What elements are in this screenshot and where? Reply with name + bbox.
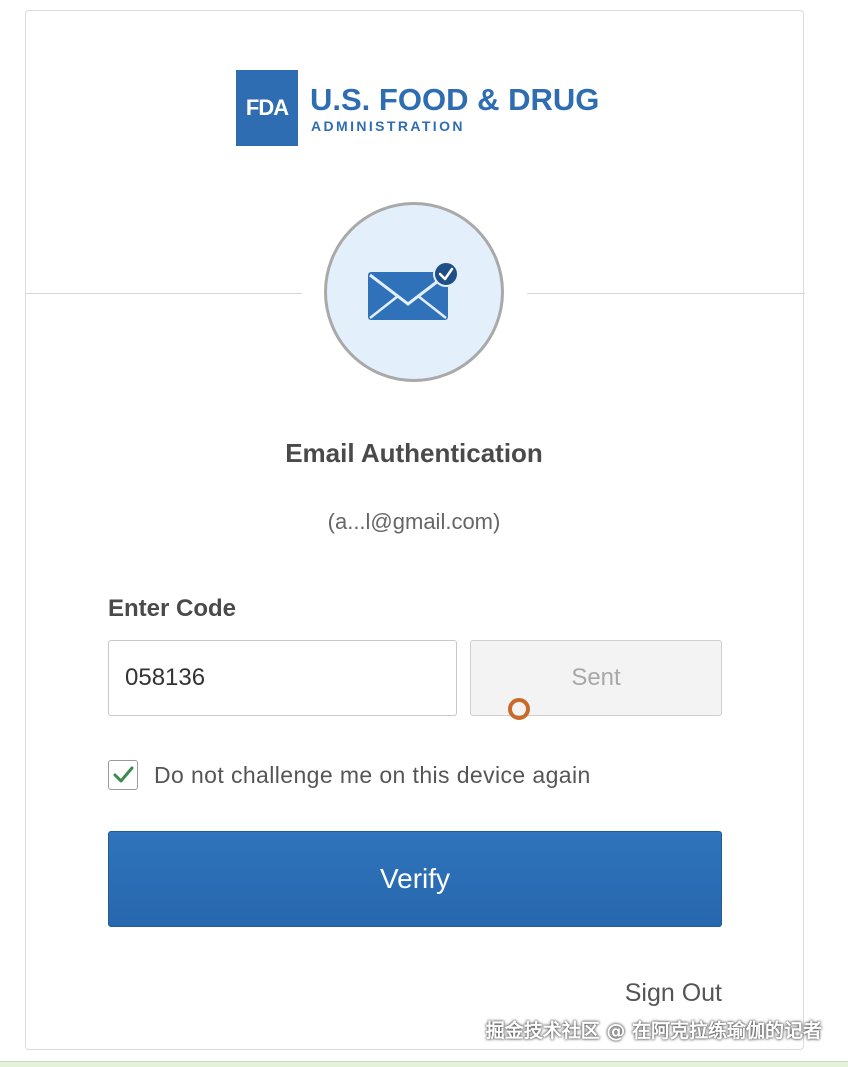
- fda-logo-text: U.S. FOOD & DRUG ADMINISTRATION: [310, 82, 600, 135]
- factor-badge: [324, 202, 504, 382]
- masked-email: (a...l@gmail.com): [327, 509, 501, 534]
- enter-code-label: Enter Code: [108, 595, 237, 622]
- code-input[interactable]: [108, 640, 457, 716]
- verify-button[interactable]: Verify: [108, 831, 722, 927]
- fda-logo-subtitle: ADMINISTRATION: [311, 118, 465, 134]
- remember-device-checkbox[interactable]: [108, 760, 138, 790]
- fda-logo: FDA U.S. FOOD & DRUG ADMINISTRATION: [236, 70, 599, 146]
- fda-logo-title: U.S. FOOD & DRUG: [310, 82, 600, 117]
- remember-device-row: Do not challenge me on this device again: [108, 760, 591, 790]
- sign-out-link[interactable]: Sign Out: [625, 979, 722, 1008]
- remember-device-label[interactable]: Do not challenge me on this device again: [154, 762, 591, 789]
- fda-logo-mark: FDA: [236, 70, 298, 146]
- click-indicator: [508, 698, 530, 720]
- watermark: 掘金技术社区 @ 在阿克拉练瑜伽的记者: [485, 1020, 822, 1042]
- divider-left: [26, 293, 302, 294]
- bottom-strip: [0, 1061, 848, 1067]
- factor-title: Email Authentication: [285, 438, 543, 468]
- checkmark-icon: [113, 766, 134, 783]
- divider-right: [527, 293, 805, 294]
- login-page: FDA U.S. FOOD & DRUG ADMINISTRATION Emai…: [0, 0, 848, 1067]
- envelope-check-icon: [368, 261, 459, 320]
